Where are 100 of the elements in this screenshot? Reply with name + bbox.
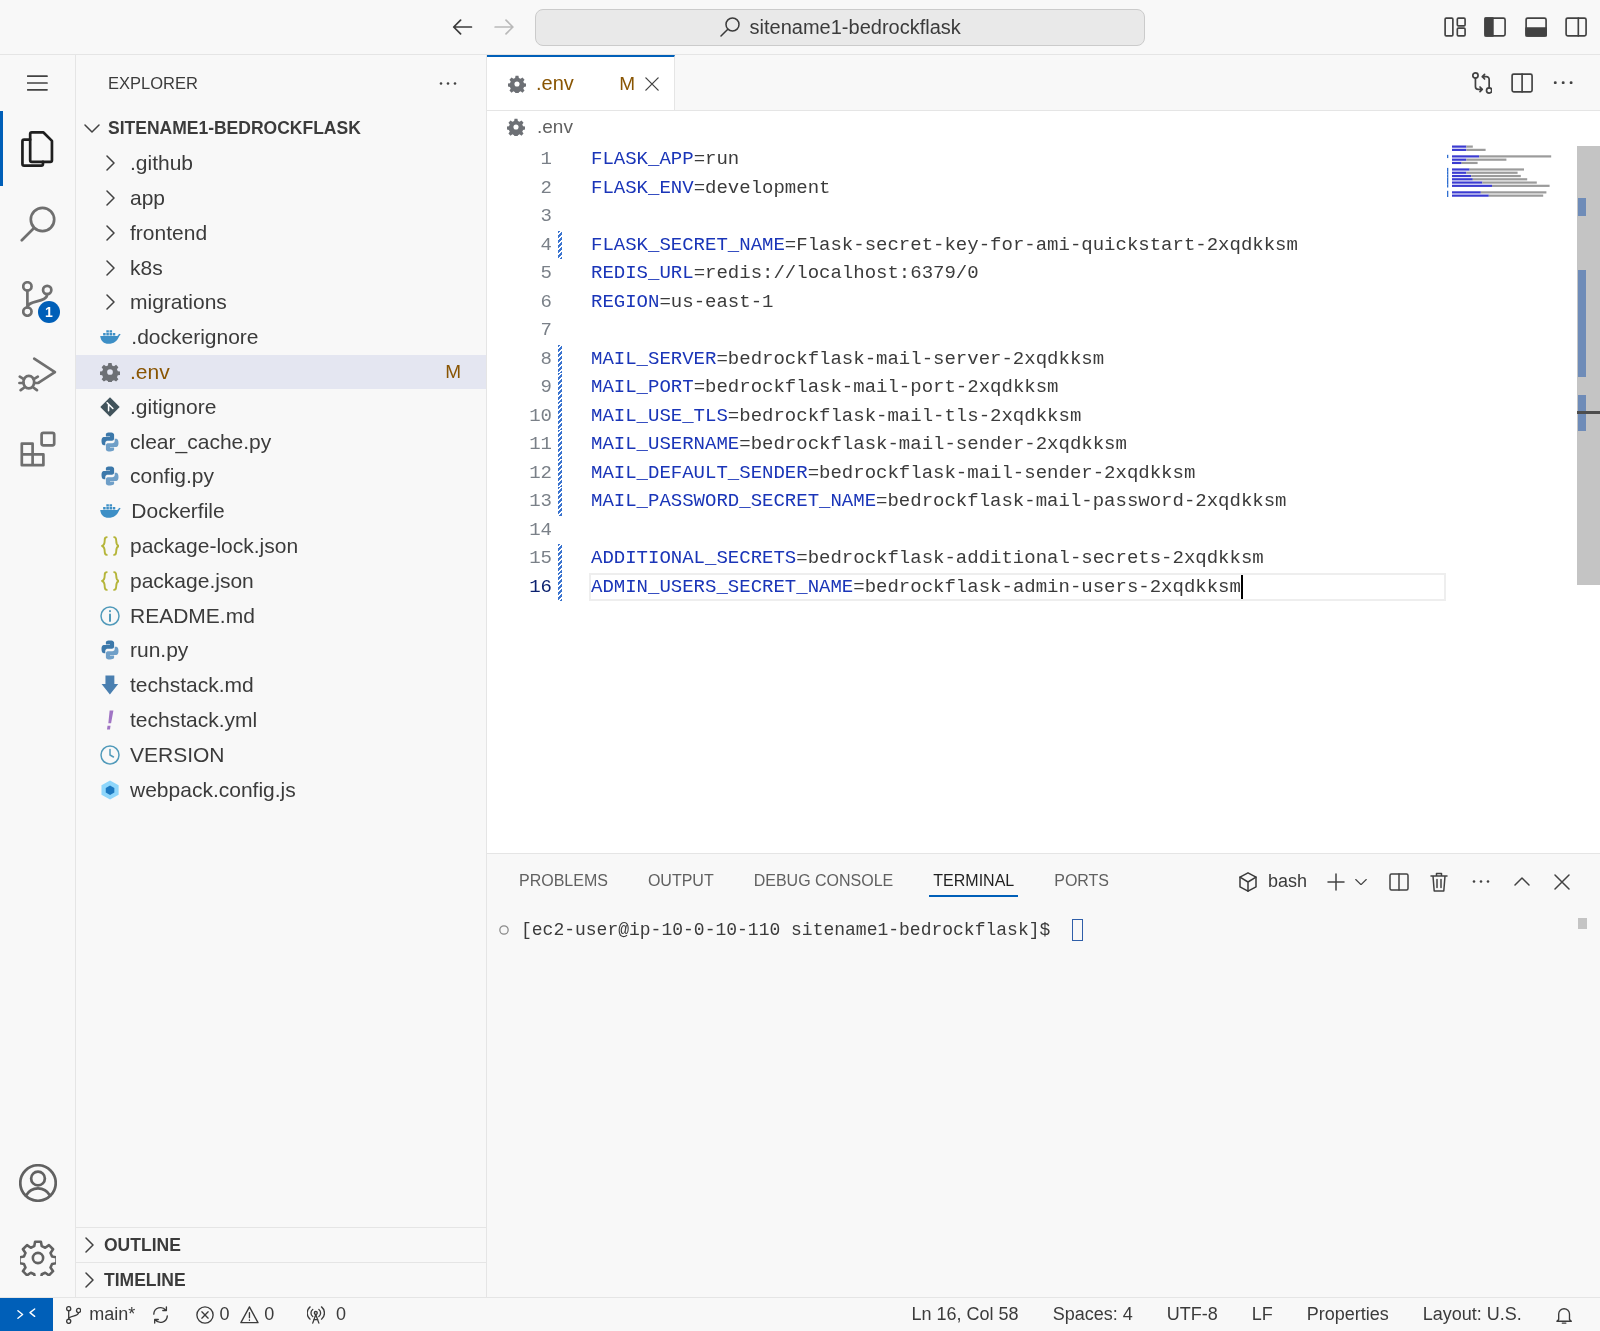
panel-tab[interactable]: PORTS — [1050, 866, 1114, 897]
breadcrumb-item[interactable]: .env — [507, 116, 573, 138]
split-terminal-icon[interactable] — [1389, 872, 1409, 891]
code-line: FLASK_APP=run — [591, 148, 740, 171]
file-item[interactable]: run.py — [76, 632, 486, 668]
files-icon — [21, 130, 54, 167]
remote-button[interactable] — [0, 1298, 53, 1331]
cube-icon — [100, 779, 120, 800]
broadcast-icon — [307, 1305, 325, 1324]
back-icon[interactable] — [452, 19, 473, 35]
file-item[interactable]: .env M — [76, 354, 486, 390]
folder-item[interactable]: app — [76, 180, 486, 216]
settings-icon[interactable] — [19, 1239, 56, 1276]
ports-button[interactable]: 0 — [307, 1304, 346, 1325]
command-center[interactable]: sitename1-bedrockflask — [535, 8, 1146, 46]
account-icon[interactable] — [18, 1163, 57, 1202]
more-icon[interactable] — [1552, 80, 1573, 85]
compare-changes-icon[interactable] — [1471, 70, 1493, 95]
file-item[interactable]: config.py — [76, 458, 486, 494]
gear-icon — [100, 361, 120, 382]
down-arrow-icon — [101, 675, 119, 696]
terminal-scrollbar-thumb[interactable] — [1578, 918, 1587, 929]
editor-tab[interactable]: .env M — [487, 55, 675, 110]
menu-icon[interactable] — [27, 75, 48, 91]
line-number: 12 — [528, 460, 552, 486]
status-bar-item[interactable]: UTF-8 — [1166, 1304, 1218, 1325]
plus-icon[interactable] — [1327, 872, 1345, 891]
whale-icon — [100, 504, 122, 519]
split-editor-icon[interactable] — [1511, 72, 1534, 93]
line-number: 16 — [528, 574, 552, 600]
line-number: 1 — [539, 147, 552, 172]
diamond-icon — [100, 396, 120, 417]
ring-icon — [499, 925, 509, 935]
shell-selector[interactable]: bash — [1238, 871, 1307, 892]
python-icon — [101, 640, 119, 661]
file-item[interactable]: VERSION — [76, 737, 486, 773]
source-control-button[interactable]: 1 — [0, 261, 75, 336]
more-icon[interactable] — [1472, 880, 1490, 883]
more-icon[interactable] — [439, 81, 457, 85]
status-bar-item[interactable]: Spaces: 4 — [1052, 1304, 1133, 1325]
code-line: FLASK_SECRET_NAME=Flask-secret-key-for-ami-quickstart-2xqdkksm — [591, 233, 1298, 256]
code-line: FLASK_ENV=development — [591, 176, 831, 199]
status-bar-item[interactable]: Properties — [1306, 1304, 1389, 1325]
workspace-folder[interactable]: SITENAME1-BEDROCKFLASK — [76, 111, 486, 146]
close-icon[interactable] — [645, 76, 659, 91]
layout-bottom-icon[interactable] — [1524, 17, 1547, 37]
folder-item[interactable]: .github — [76, 145, 486, 181]
panel-tab[interactable]: TERMINAL — [929, 866, 1019, 897]
branch-button[interactable]: main* — [66, 1304, 136, 1325]
line-number: 3 — [539, 204, 552, 229]
code-line: MAIL_DEFAULT_SENDER=bedrockflask-mail-sender-2xqdkksm — [591, 461, 1196, 484]
folder-item[interactable]: migrations — [76, 285, 486, 320]
panel-tab[interactable]: PROBLEMS — [515, 866, 612, 897]
git-status: M — [445, 360, 461, 383]
file-item[interactable]: package.json — [76, 563, 486, 599]
code-line: MAIL_PORT=bedrockflask-mail-port-2xqdkksm — [591, 376, 1059, 399]
sync-icon[interactable] — [152, 1305, 170, 1324]
source-control-icon — [22, 280, 53, 317]
line-number: 14 — [528, 517, 552, 543]
scrollbar-thumb[interactable] — [1577, 146, 1600, 585]
close-icon[interactable] — [1554, 873, 1570, 890]
section-header[interactable]: OUTLINE — [76, 1227, 486, 1262]
gear-icon — [507, 118, 525, 136]
file-item[interactable]: techstack.yml — [76, 702, 486, 738]
chevron-up-icon[interactable] — [1514, 876, 1530, 887]
file-item[interactable]: webpack.config.js — [76, 772, 486, 807]
clock-icon — [100, 744, 120, 765]
code-line: MAIL_USERNAME=bedrockflask-mail-sender-2xqdkksm — [591, 433, 1127, 456]
bell-icon[interactable] — [1555, 1305, 1572, 1324]
code-line: MAIL_SERVER=bedrockflask-mail-server-2xqdkksm — [591, 347, 1105, 370]
file-item[interactable]: README.md — [76, 598, 486, 633]
file-item[interactable]: Dockerfile — [76, 493, 486, 529]
code-line: ADDITIONAL_SECRETS=bedrockflask-additional-secrets-2xqdkksm — [591, 547, 1264, 570]
file-item[interactable]: .gitignore — [76, 389, 486, 425]
file-item[interactable]: clear_cache.py — [76, 424, 486, 459]
panel-tab[interactable]: OUTPUT — [643, 866, 718, 897]
status-bar-item[interactable]: Ln 16, Col 58 — [911, 1304, 1019, 1325]
status-bar-item[interactable]: LF — [1251, 1304, 1273, 1325]
code-line: ADMIN_USERS_SECRET_NAME=bedrockflask-admin-users-2xqdkksm — [591, 575, 1241, 598]
file-item[interactable]: .dockerignore — [76, 319, 486, 355]
warning-icon — [240, 1305, 260, 1324]
folder-item[interactable]: k8s — [76, 250, 486, 285]
folder-item[interactable]: frontend — [76, 215, 486, 251]
problems-button[interactable]: 0 0 — [196, 1304, 275, 1325]
run-debug-icon — [17, 355, 58, 392]
trash-icon[interactable] — [1430, 871, 1448, 892]
panel-tab[interactable]: DEBUG CONSOLE — [749, 866, 898, 897]
file-item[interactable]: package-lock.json — [76, 528, 486, 564]
terminal-cursor — [1072, 919, 1084, 941]
extensions-icon — [19, 430, 56, 467]
line-number: 5 — [539, 261, 552, 286]
code-line: MAIL_PASSWORD_SECRET_NAME=bedrockflask-mail-password-2xqdkksm — [591, 490, 1287, 513]
braces-icon — [100, 570, 120, 591]
line-number: 15 — [528, 546, 552, 571]
file-item[interactable]: techstack.md — [76, 667, 486, 703]
layout-left-icon[interactable] — [1484, 17, 1507, 37]
chevron-down-icon[interactable] — [1355, 877, 1367, 886]
layout-right-icon[interactable] — [1564, 17, 1587, 37]
status-bar-item[interactable]: Layout: U.S. — [1422, 1304, 1522, 1325]
customize-layout-icon[interactable] — [1444, 17, 1467, 37]
